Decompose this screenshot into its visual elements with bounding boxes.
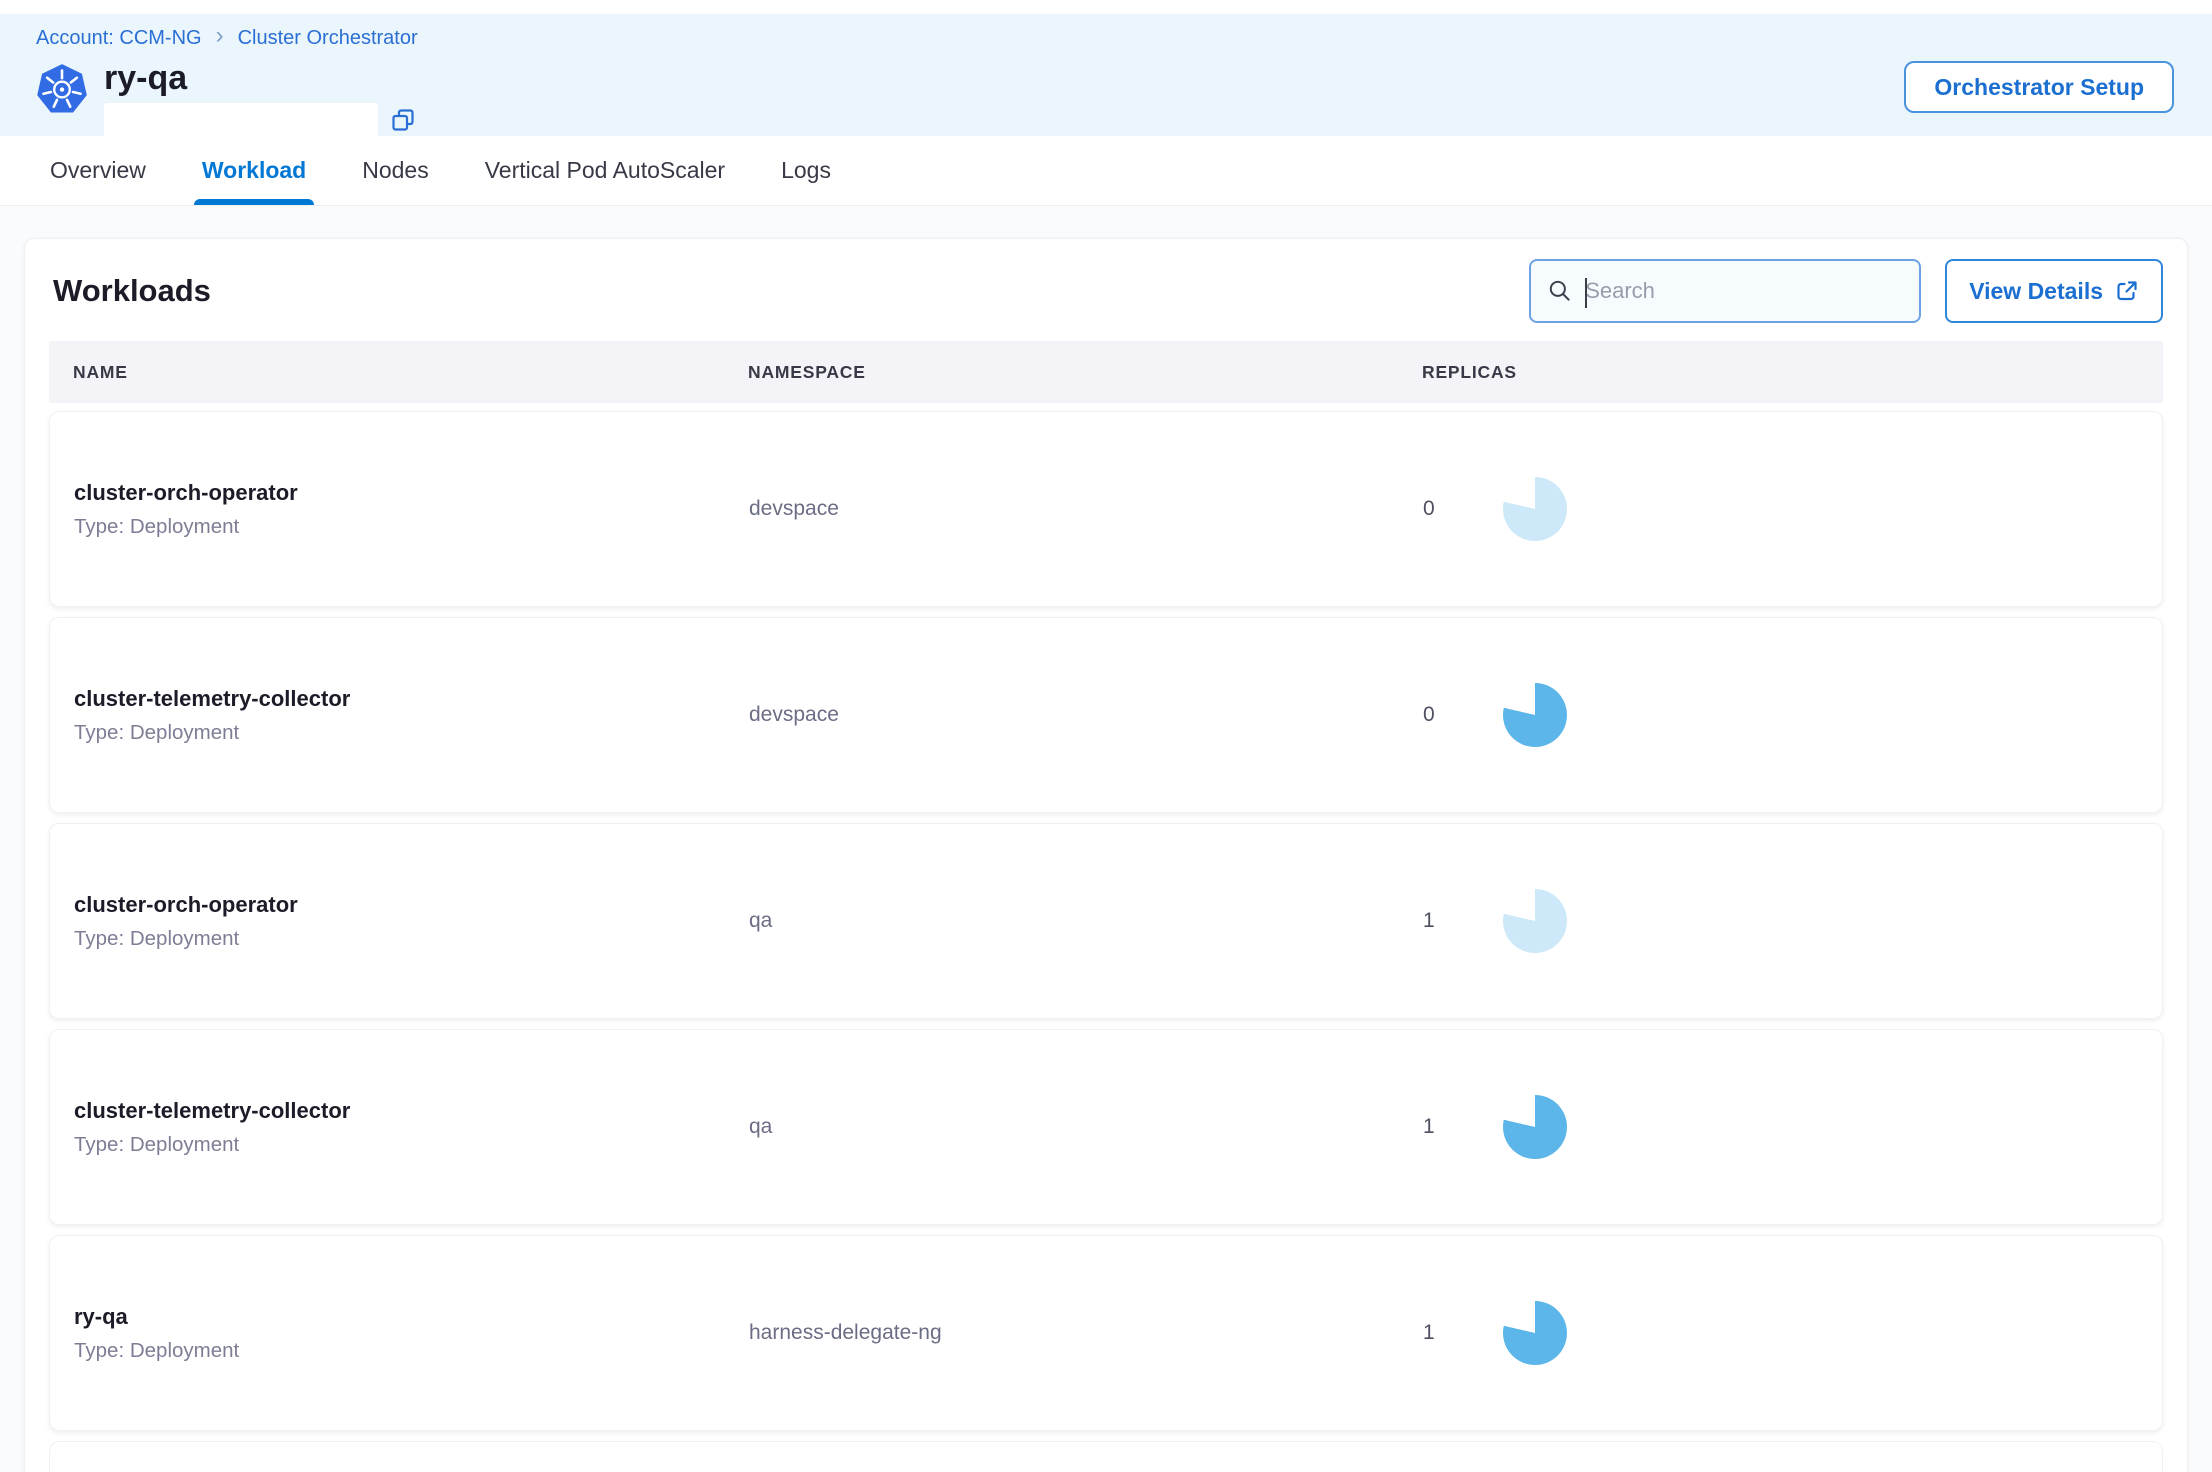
replica-count: 1 [1423, 1321, 1439, 1345]
search-input[interactable] [1573, 278, 1919, 304]
workloads-section-title: Workloads [53, 273, 211, 309]
cluster-id-redacted [104, 103, 378, 137]
chevron-right-icon: › [216, 24, 224, 48]
workload-name: cluster-orch-operator [74, 892, 749, 918]
breadcrumb-account-link[interactable]: Account: CCM-NG [36, 27, 202, 50]
search-icon [1547, 278, 1573, 304]
tab-bar: Overview Workload Nodes Vertical Pod Aut… [0, 136, 2212, 206]
workload-namespace: harness-delegate-ng [749, 1321, 1423, 1345]
table-header-row: NAME NAMESPACE REPLICAS [49, 341, 2163, 403]
table-row[interactable]: cluster-telemetry-collector Type: Deploy… [49, 617, 2163, 813]
replica-pie-chart [1503, 889, 1567, 953]
table-row[interactable]: cluster-telemetry-collector Type: Deploy… [49, 1029, 2163, 1225]
replica-pie-chart [1503, 1095, 1567, 1159]
breadcrumb: Account: CCM-NG › Cluster Orchestrator [36, 26, 2174, 50]
workload-type: Type: Deployment [74, 515, 749, 539]
workload-type: Type: Deployment [74, 1339, 749, 1363]
replica-count: 1 [1423, 909, 1439, 933]
column-header-namespace: NAMESPACE [748, 362, 1422, 383]
replica-pie-chart [1503, 683, 1567, 747]
copy-button[interactable] [388, 105, 418, 135]
column-header-replicas: REPLICAS [1422, 362, 2139, 383]
view-details-label: View Details [1969, 278, 2103, 305]
workload-namespace: qa [749, 1115, 1423, 1139]
replica-pie-chart [1503, 1301, 1567, 1365]
page-title: ry-qa [104, 60, 418, 97]
workload-namespace: devspace [749, 703, 1423, 727]
copy-icon [390, 107, 416, 133]
text-caret [1585, 278, 1587, 308]
view-details-button[interactable]: View Details [1945, 259, 2163, 323]
page-body: Workloads View Details NAME [0, 206, 2212, 1472]
tab-overview[interactable]: Overview [50, 136, 146, 205]
top-margin [0, 0, 2212, 14]
workload-namespace: devspace [749, 497, 1423, 521]
workload-name: ry-qa [74, 1304, 749, 1330]
workload-name: cluster-telemetry-collector [74, 686, 749, 712]
external-link-icon [2115, 279, 2139, 303]
tab-vertical-pod-autoscaler[interactable]: Vertical Pod AutoScaler [485, 136, 725, 205]
table-row-partial[interactable] [49, 1441, 2163, 1472]
workloads-panel: Workloads View Details NAME [24, 238, 2188, 1472]
workload-name: cluster-orch-operator [74, 480, 749, 506]
tab-logs[interactable]: Logs [781, 136, 831, 205]
page-header: Account: CCM-NG › Cluster Orchestrator r… [0, 14, 2212, 136]
workload-type: Type: Deployment [74, 927, 749, 951]
workload-namespace: qa [749, 909, 1423, 933]
tab-workload[interactable]: Workload [202, 136, 306, 205]
replica-count: 0 [1423, 497, 1439, 521]
table-row[interactable]: ry-qa Type: Deployment harness-delegate-… [49, 1235, 2163, 1431]
orchestrator-setup-button[interactable]: Orchestrator Setup [1904, 61, 2174, 113]
column-header-name: NAME [73, 362, 748, 383]
table-row[interactable]: cluster-orch-operator Type: Deployment d… [49, 411, 2163, 607]
workload-name: cluster-telemetry-collector [74, 1098, 749, 1124]
workload-type: Type: Deployment [74, 1133, 749, 1157]
breadcrumb-current-link[interactable]: Cluster Orchestrator [238, 27, 418, 50]
kubernetes-icon [36, 62, 88, 116]
workload-type: Type: Deployment [74, 721, 749, 745]
replica-count: 0 [1423, 703, 1439, 727]
tab-nodes[interactable]: Nodes [362, 136, 428, 205]
replica-pie-chart [1503, 477, 1567, 541]
search-box [1529, 259, 1921, 323]
replica-count: 1 [1423, 1115, 1439, 1139]
table-row[interactable]: cluster-orch-operator Type: Deployment q… [49, 823, 2163, 1019]
